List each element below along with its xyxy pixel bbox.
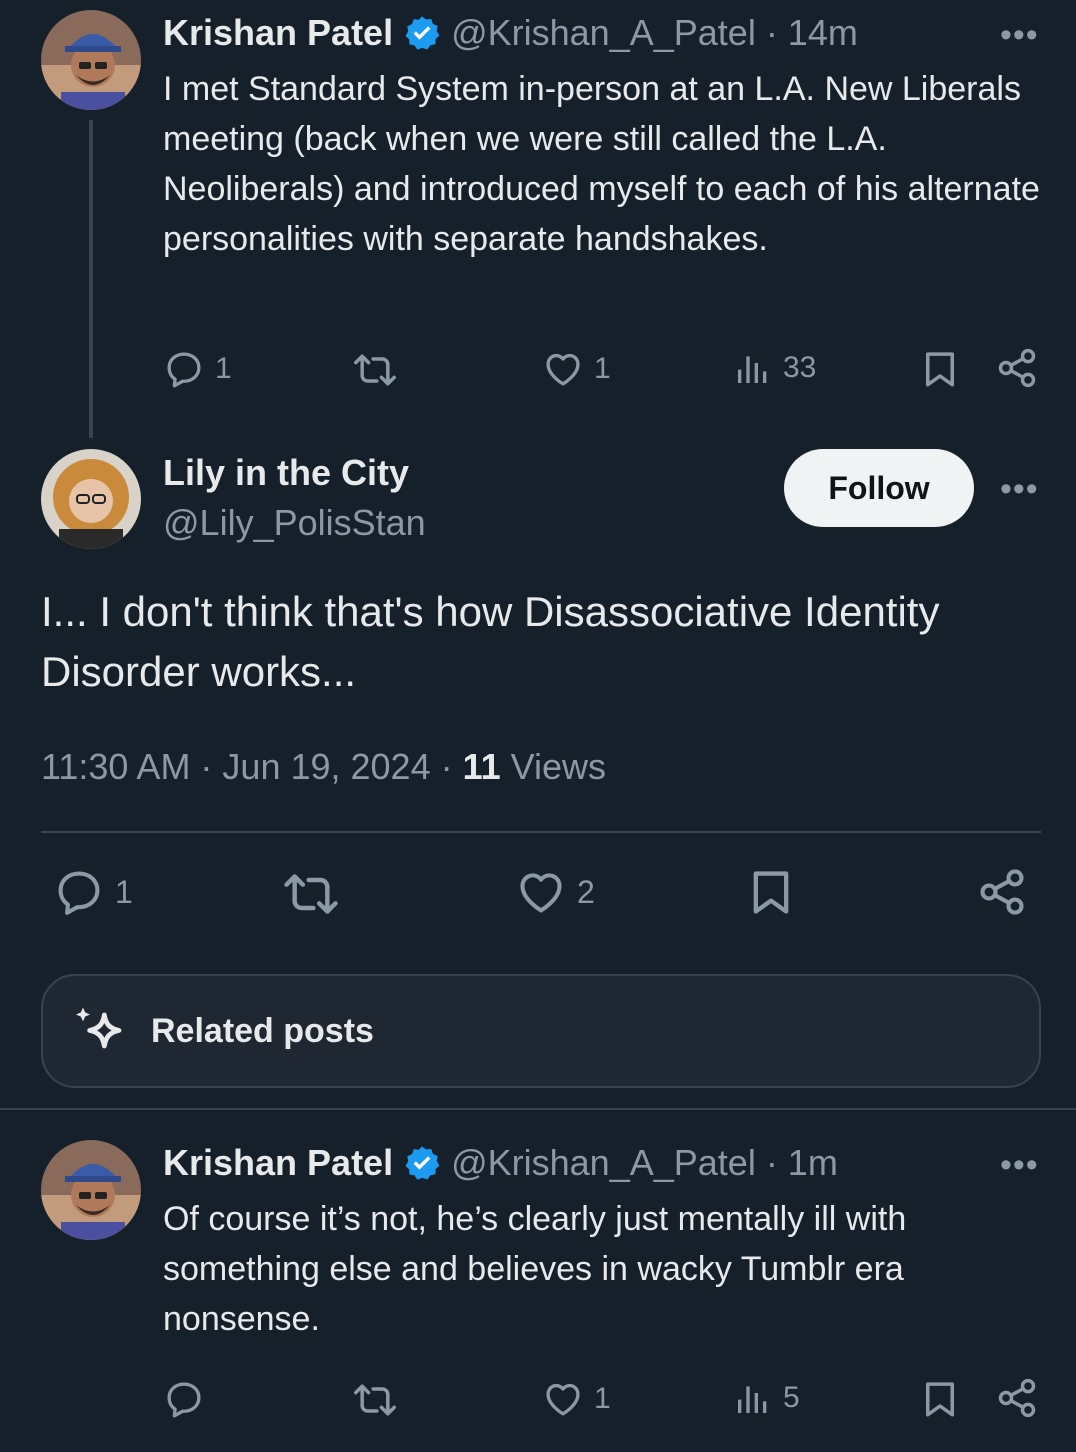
avatar[interactable] [41,10,141,110]
thread-line [89,120,93,438]
retweet-button[interactable] [353,348,397,392]
divider [41,831,1041,833]
like-button[interactable]: 1 [542,348,611,390]
verified-badge-icon [405,1146,440,1180]
reply-icon [167,1382,201,1418]
like-icon [520,873,562,913]
share-icon [998,348,1036,388]
views-button[interactable]: 33 [733,348,816,388]
post-time[interactable]: · 1m [766,1142,838,1184]
more-options-icon[interactable]: ••• [1000,16,1039,55]
author-name[interactable]: Krishan Patel [163,12,393,54]
reply-button[interactable]: 1 [163,348,232,390]
share-button[interactable] [995,346,1039,390]
post-meta: 11:30 AM · Jun 19, 2024 · 11 Views [41,746,606,788]
avatar-lily-image [41,449,141,549]
avatar-krishan-image [41,1140,141,1240]
bookmark-icon [926,352,954,387]
divider [0,1108,1076,1110]
verified-badge-icon [405,16,440,50]
like-button[interactable]: 1 [542,1378,611,1420]
retweet-icon [284,874,338,914]
tweet-text: Of course it’s not, he’s clearly just me… [163,1200,907,1338]
reply-count: 1 [115,873,133,910]
views-label: Views [510,746,607,787]
reply-icon [58,871,100,915]
follow-button[interactable]: Follow [784,449,974,527]
avatar[interactable] [41,449,141,549]
reply-icon [167,352,201,388]
author-handle[interactable]: @Krishan_A_Patel [451,1142,756,1184]
like-count: 1 [594,352,611,385]
bookmark-button[interactable] [919,348,961,390]
author-name[interactable]: Krishan Patel [163,1142,393,1184]
views-count: 11 [462,746,501,787]
avatar[interactable] [41,1140,141,1240]
bookmark-icon [753,871,789,914]
related-posts-button[interactable]: Related posts [41,974,1041,1088]
bookmark-icon [926,1382,954,1417]
views-icon [738,356,767,383]
tweet2-header: Krishan Patel @Krishan_A_Patel · 1m [163,1142,838,1184]
retweet-icon [354,1384,396,1416]
like-count: 2 [577,873,595,910]
views-button[interactable]: 5 [733,1378,800,1418]
avatar-krishan-image [41,10,141,110]
reply-button[interactable] [163,1378,205,1420]
tweet1-header: Krishan Patel @Krishan_A_Patel · 14m [163,12,858,54]
tweet-text: I met Standard System in-person at an L.… [163,70,1040,258]
author-name[interactable]: Lily in the City [163,452,409,494]
more-options-icon[interactable]: ••• [1000,1146,1039,1185]
views-icon [738,1386,767,1413]
retweet-button[interactable] [283,866,339,922]
retweet-icon [354,354,396,386]
share-icon [998,1378,1036,1418]
retweet-button[interactable] [353,1378,397,1422]
like-icon [546,1383,580,1416]
reply-button[interactable]: 1 [53,866,133,918]
bookmark-button[interactable] [919,1378,961,1420]
tweet-text: I... I don't think that's how Disassocia… [41,588,940,695]
views-count: 5 [783,1381,800,1414]
author-handle[interactable]: @Lily_PolisStan [163,502,426,544]
author-handle[interactable]: @Krishan_A_Patel [451,12,756,54]
related-posts-label: Related posts [151,1011,374,1050]
share-button[interactable] [976,866,1028,918]
like-count: 1 [594,1382,611,1415]
sparkle-icon [76,1007,122,1049]
share-button[interactable] [995,1376,1039,1420]
bookmark-button[interactable] [745,866,797,918]
timestamp[interactable]: 11:30 AM · Jun 19, 2024 · [41,746,463,787]
views-count: 33 [783,351,817,384]
more-options-icon[interactable]: ••• [1000,470,1039,509]
reply-count: 1 [215,352,232,385]
share-icon [980,869,1024,915]
like-button[interactable]: 2 [515,866,595,918]
post-time[interactable]: · 14m [766,12,858,54]
like-icon [546,353,580,386]
